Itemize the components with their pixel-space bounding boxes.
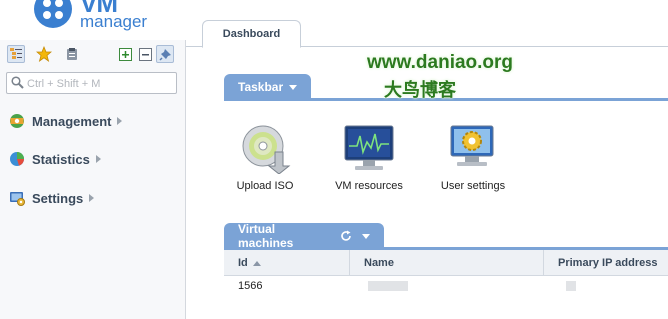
vm-resources-monitor-icon	[343, 122, 395, 174]
user-settings-label: User settings	[440, 180, 506, 192]
tab-dashboard[interactable]: Dashboard	[202, 20, 301, 48]
refresh-icon[interactable]	[340, 230, 352, 242]
sidebar-item-label: Statistics	[32, 151, 90, 167]
management-icon	[8, 112, 26, 130]
watermark-text: 大鸟博客	[384, 80, 456, 100]
vms-title: Virtual machines	[238, 222, 294, 250]
search-box[interactable]	[6, 72, 177, 94]
collapse-all-icon[interactable]	[136, 45, 154, 63]
chevron-right-icon	[117, 117, 123, 125]
settings-icon	[8, 189, 26, 207]
upload-iso-disc-icon	[239, 122, 291, 175]
vms-header: Virtual machines	[224, 222, 384, 250]
upload-iso-button[interactable]: Upload ISO	[220, 122, 310, 192]
sidebar-item-settings[interactable]: Settings	[8, 187, 178, 209]
column-header-id[interactable]: Id	[224, 250, 350, 276]
user-settings-button[interactable]: User settings	[428, 122, 518, 192]
redacted-ip	[566, 281, 576, 291]
upload-iso-label: Upload ISO	[236, 180, 294, 192]
chevron-right-icon	[95, 155, 101, 163]
sidebar-item-label: Settings	[32, 190, 84, 206]
redacted-name	[368, 281, 408, 291]
pin-icon[interactable]	[156, 45, 174, 63]
sidebar-item-statistics[interactable]: Statistics	[8, 148, 178, 170]
column-header-primary-ip[interactable]: Primary IP address	[544, 250, 668, 276]
logo-mark-icon	[34, 0, 72, 28]
chevron-down-icon[interactable]	[362, 233, 370, 239]
column-header-label: Primary IP address	[558, 257, 658, 269]
sort-ascending-icon	[252, 260, 261, 266]
column-header-label: Name	[364, 257, 394, 269]
expand-all-icon[interactable]	[116, 45, 134, 63]
clipboard-icon[interactable]	[63, 45, 81, 63]
sidebar-item-management[interactable]: Management	[8, 110, 178, 132]
vmmanager-app: VM manager Ctrl + Shift + M Management S…	[0, 0, 668, 319]
sidebar-toolbar	[0, 40, 185, 68]
tree-view-icon[interactable]	[7, 45, 25, 63]
vm-resources-button[interactable]: VM resources	[324, 122, 414, 192]
statistics-pie-icon	[8, 150, 26, 168]
column-header-name[interactable]: Name	[350, 250, 544, 276]
vms-table-header: Id Name Primary IP address	[224, 250, 668, 276]
vm-resources-label: VM resources	[335, 180, 403, 192]
taskbar-header[interactable]: Taskbar	[224, 74, 312, 100]
taskbar-title: Taskbar	[238, 80, 284, 94]
vm-row-id[interactable]: 1566	[238, 280, 262, 292]
chevron-down-icon[interactable]	[289, 84, 298, 90]
search-icon	[11, 76, 24, 89]
chevron-right-icon	[89, 194, 95, 202]
sidebar-item-label: Management	[32, 113, 112, 129]
user-settings-gear-icon	[447, 122, 499, 174]
sidebar: Management Statistics Settings	[0, 40, 186, 319]
column-header-label: Id	[238, 257, 248, 269]
watermark-url: www.daniao.org	[367, 52, 514, 73]
favorites-star-icon[interactable]	[35, 45, 53, 63]
logo-subtitle: manager	[80, 12, 148, 31]
search-input[interactable]	[27, 76, 172, 91]
